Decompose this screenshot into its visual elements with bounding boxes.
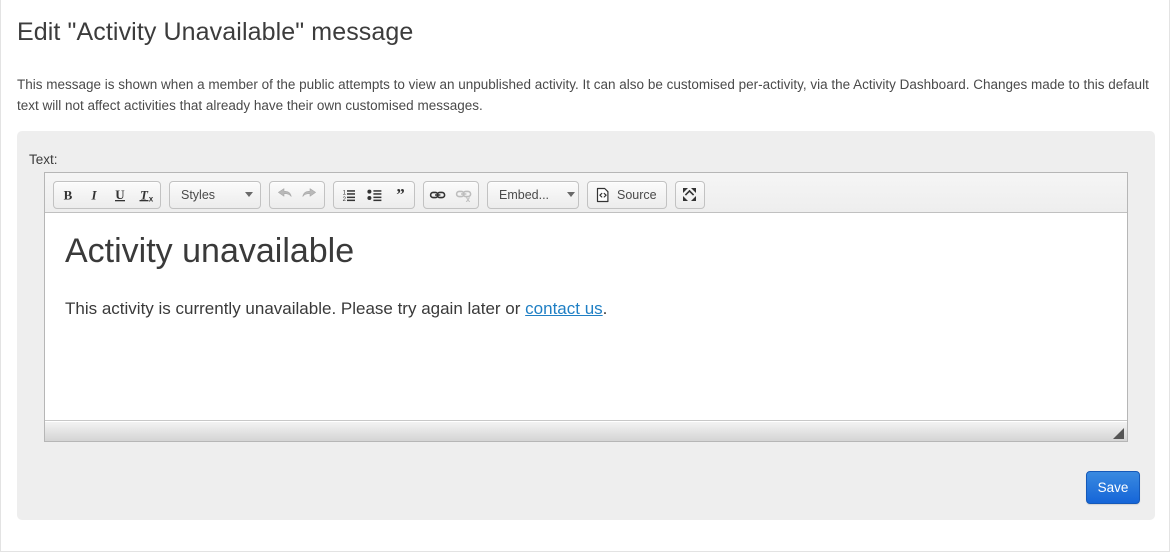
svg-text:x: x [148,194,153,203]
editor-status-bar [45,421,1127,441]
maximize-icon [683,188,697,201]
svg-text:B: B [64,187,73,202]
embed-dropdown-label: Embed... [499,187,550,202]
paragraph-text-before: This activity is currently unavailable. … [65,299,526,318]
chevron-down-icon [567,192,576,197]
bold-button[interactable]: B [55,182,81,207]
maximize-button[interactable] [674,180,705,209]
source-icon [596,187,609,202]
numbered-list-icon[interactable]: 1 2 [335,182,361,207]
underline-button[interactable]: U [107,182,133,207]
styles-dropdown[interactable]: Styles [169,180,261,209]
unlink-icon[interactable]: x [451,182,477,207]
svg-text:1: 1 [342,190,346,196]
content-paragraph: This activity is currently unavailable. … [65,297,1107,321]
embed-dropdown[interactable]: Embed... [487,180,579,209]
rich-text-editor: B I U T x Styles 1 2 ” x Embed... Source… [44,172,1128,442]
undo-button[interactable] [271,182,297,207]
page-title: Edit "Activity Unavailable" message [17,18,414,46]
paragraph-text-after: . [602,299,608,318]
svg-text:”: ” [396,187,405,203]
page-description: This message is shown when a member of t… [17,77,1149,113]
remove-format-icon[interactable]: T x [133,182,159,207]
page-container: Edit "Activity Unavailable" message This… [0,0,1170,552]
source-button-label: Source [617,187,657,202]
text-field-label: Text: [29,152,58,167]
toolbar-group-undo [269,180,325,209]
source-button[interactable]: Source [587,180,667,209]
svg-text:I: I [90,187,97,202]
styles-dropdown-label: Styles [181,187,216,202]
editor-toolbar: B I U T x Styles 1 2 ” x Embed... Source [45,173,1127,213]
svg-text:2: 2 [342,197,346,203]
blockquote-icon[interactable]: ” [387,182,413,207]
chevron-down-icon [245,192,253,197]
link-icon[interactable] [425,182,451,207]
redo-button[interactable] [297,182,323,207]
toolbar-group-links: x [423,180,479,209]
toolbar-group-basicstyles: B I U T x [53,180,161,209]
save-button[interactable]: Save [1086,471,1140,504]
editor-resize-handle[interactable] [1113,428,1124,439]
svg-text:U: U [115,187,125,202]
svg-text:x: x [466,195,471,203]
bulleted-list-icon[interactable] [361,182,387,207]
editor-content-area[interactable]: Activity unavailable This activity is cu… [45,213,1127,421]
toolbar-group-paragraph: 1 2 ” [333,180,415,209]
contact-us-link[interactable]: contact us [525,299,603,318]
content-heading: Activity unavailable [65,232,355,270]
italic-button[interactable]: I [81,182,107,207]
